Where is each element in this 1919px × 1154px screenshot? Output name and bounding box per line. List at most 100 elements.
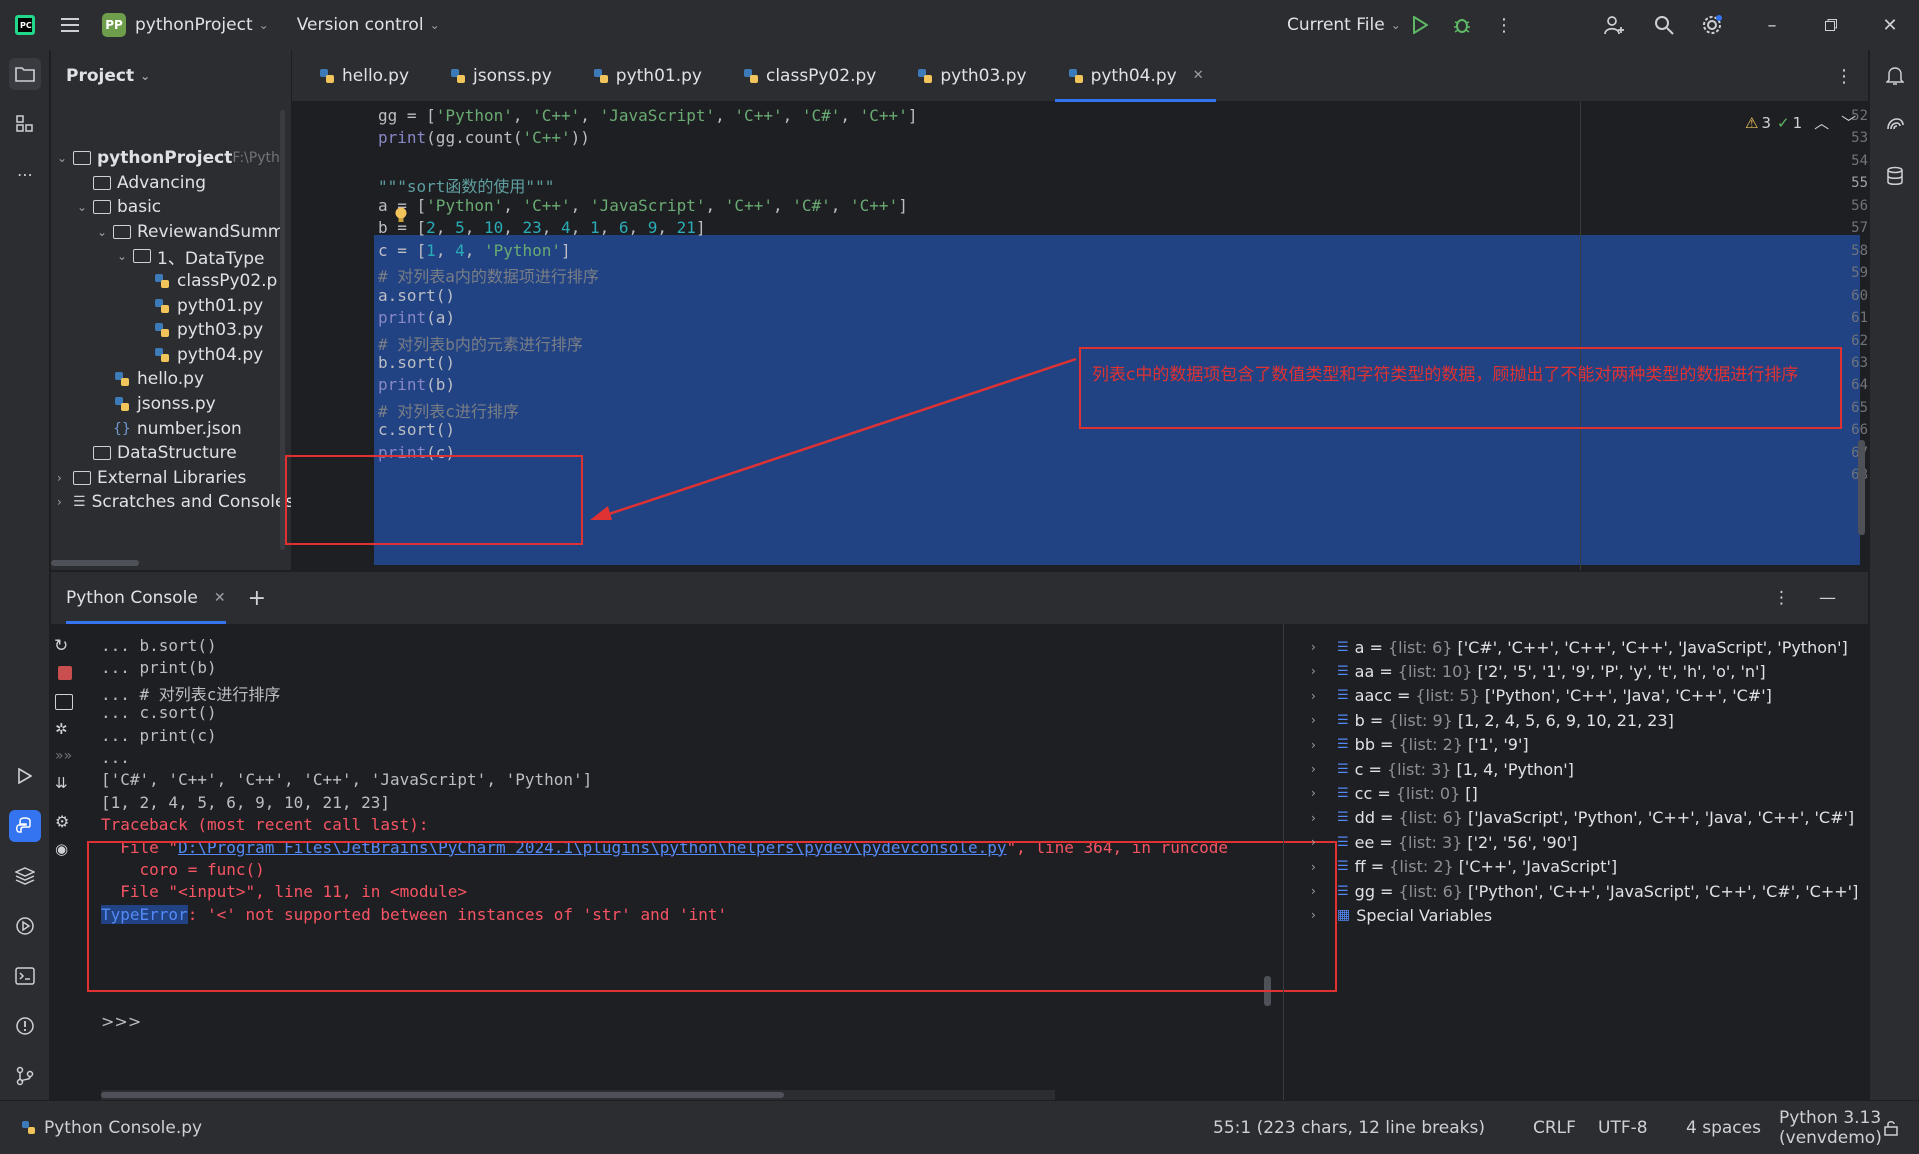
database-icon[interactable]: [1879, 160, 1911, 192]
special-variables-icon: ▦: [1337, 907, 1351, 924]
variable-value: [1, 4, 'Python']: [1456, 759, 1574, 779]
variable-name: ff =: [1354, 857, 1385, 877]
chevron-right-icon[interactable]: ›: [1311, 786, 1337, 800]
stop-icon[interactable]: [58, 666, 72, 680]
new-console-icon[interactable]: [55, 694, 73, 710]
close-window-icon[interactable]: ✕: [1874, 9, 1906, 41]
variable-name: c =: [1354, 759, 1382, 779]
services-tool-icon[interactable]: [9, 910, 41, 942]
chevron-down-icon[interactable]: ⌄: [117, 249, 133, 263]
indent-setting[interactable]: 4 spaces: [1686, 1118, 1761, 1138]
chevron-down-icon: ⌄: [258, 18, 269, 32]
chevron-right-icon[interactable]: ›: [57, 471, 73, 485]
chevron-right-icon[interactable]: ›: [1311, 713, 1337, 727]
tree-item-label: Advancing: [117, 172, 207, 193]
structure-tool-icon[interactable]: [9, 108, 41, 140]
run-tool-icon[interactable]: [9, 760, 41, 792]
chevron-down-icon[interactable]: ⌄: [57, 151, 73, 165]
debug-icon[interactable]: [1446, 9, 1478, 41]
output-line: ... b.sort(): [101, 636, 217, 655]
file-encoding[interactable]: UTF-8: [1598, 1118, 1648, 1138]
restore-icon[interactable]: [1815, 9, 1847, 41]
project-tool-icon[interactable]: [9, 58, 41, 90]
cursor-position[interactable]: 55:1 (223 chars, 12 line breaks): [1213, 1118, 1485, 1138]
tree-item[interactable]: › ☰ Scratches and Consoles: [57, 487, 291, 517]
add-console-icon[interactable]: +: [248, 586, 266, 611]
tree-item-label: pyth03.py: [177, 320, 264, 341]
terminal-tool-icon[interactable]: [9, 960, 41, 992]
more-actions-icon[interactable]: ⋮: [1488, 9, 1520, 41]
minimize-panel-icon[interactable]: —: [1819, 588, 1836, 608]
minimize-icon[interactable]: –: [1756, 9, 1788, 41]
chevron-right-icon[interactable]: ›: [1311, 835, 1337, 849]
chevron-right-icon[interactable]: ›: [1311, 811, 1337, 825]
variable-type: {list: 10}: [1397, 661, 1473, 681]
chevron-right-icon[interactable]: ›: [1311, 689, 1337, 703]
ai-assistant-icon[interactable]: [1879, 110, 1911, 142]
notifications-bell-icon[interactable]: [1879, 60, 1911, 92]
project-badge: PP: [102, 13, 126, 37]
tree-item-label: number.json: [136, 418, 242, 439]
debug-console-icon[interactable]: ✲: [55, 720, 68, 738]
pycharm-logo-icon[interactable]: PC: [0, 14, 50, 36]
chevron-right-icon[interactable]: ›: [1311, 908, 1337, 922]
tree-item-label: External Libraries: [97, 467, 247, 488]
folder-icon: [93, 446, 111, 461]
variable-type: {list: 2}: [1389, 857, 1454, 877]
console-hscrollbar[interactable]: [101, 1092, 784, 1098]
close-icon[interactable]: ✕: [214, 590, 226, 606]
git-tool-icon[interactable]: [9, 1060, 41, 1092]
console-settings-icon[interactable]: ⚙: [55, 812, 69, 831]
main-menu-icon[interactable]: [54, 9, 86, 41]
scroll-end-icon[interactable]: ⇊: [55, 774, 68, 792]
special-variables-row[interactable]: › ▦ Special Variables: [1311, 900, 1492, 930]
run-icon[interactable]: [1404, 9, 1436, 41]
chevron-right-icon[interactable]: ›: [1311, 884, 1337, 898]
settings-gear-icon[interactable]: [1696, 9, 1728, 41]
tree-item-label: jsonss.py: [137, 394, 216, 414]
lock-icon[interactable]: [1883, 1120, 1899, 1136]
variable-type: {list: 3}: [1397, 832, 1463, 852]
chevron-right-icon[interactable]: ›: [1311, 640, 1337, 654]
project-panel-header[interactable]: Project ⌄: [51, 50, 291, 102]
execute-icon[interactable]: »»: [55, 748, 72, 764]
python-console-tool-icon[interactable]: [9, 810, 41, 842]
project-selector[interactable]: pythonProject ⌄: [135, 15, 269, 35]
show-variables-icon[interactable]: ◉: [55, 840, 68, 858]
python-file-icon: [155, 274, 169, 288]
scratches-icon: ☰: [73, 494, 86, 511]
status-file-label: Python Console.py: [44, 1117, 203, 1138]
tree-item-label: DataStructure: [117, 443, 237, 464]
console-options-icon[interactable]: ⋮: [1773, 588, 1790, 608]
tab-python-console[interactable]: Python Console ✕: [66, 572, 226, 624]
python-file-icon: [115, 372, 129, 387]
chevron-right-icon[interactable]: ›: [1311, 860, 1337, 874]
problems-tool-icon[interactable]: [9, 1010, 41, 1042]
chevron-right-icon[interactable]: ›: [1311, 738, 1337, 752]
chevron-right-icon[interactable]: ›: [57, 495, 73, 509]
chevron-right-icon[interactable]: ›: [1311, 762, 1337, 776]
more-tools-icon[interactable]: ⋯: [9, 158, 41, 190]
tree-item-label: basic: [117, 197, 162, 218]
console-prompt[interactable]: >>>: [101, 1012, 141, 1031]
rerun-icon[interactable]: ↻: [54, 636, 68, 656]
status-file[interactable]: Python Console.py: [20, 1118, 202, 1138]
variable-type: {list: 2}: [1398, 735, 1463, 755]
chevron-down-icon[interactable]: ⌄: [97, 225, 113, 239]
vcs-menu[interactable]: Version control ⌄: [297, 15, 440, 35]
tree-item-label: pyth04.py: [177, 344, 264, 365]
line-separator[interactable]: CRLF: [1533, 1118, 1576, 1138]
search-icon[interactable]: [1648, 9, 1680, 41]
tree-item-label: Scratches and Consoles: [91, 492, 291, 513]
run-config-selector[interactable]: Current File ⌄: [1287, 15, 1401, 35]
add-user-icon[interactable]: [1598, 9, 1630, 41]
special-variables-label: Special Variables: [1356, 905, 1493, 925]
layers-tool-icon[interactable]: [9, 860, 41, 892]
chevron-right-icon[interactable]: ›: [1311, 664, 1337, 678]
folder-icon: [133, 249, 151, 264]
tree-hscrollbar[interactable]: [51, 560, 139, 566]
tree-item-label: pyth01.py: [177, 295, 264, 316]
output-line: ... print(b): [101, 658, 217, 678]
project-name: pythonProject: [135, 15, 253, 35]
chevron-down-icon[interactable]: ⌄: [77, 200, 93, 214]
